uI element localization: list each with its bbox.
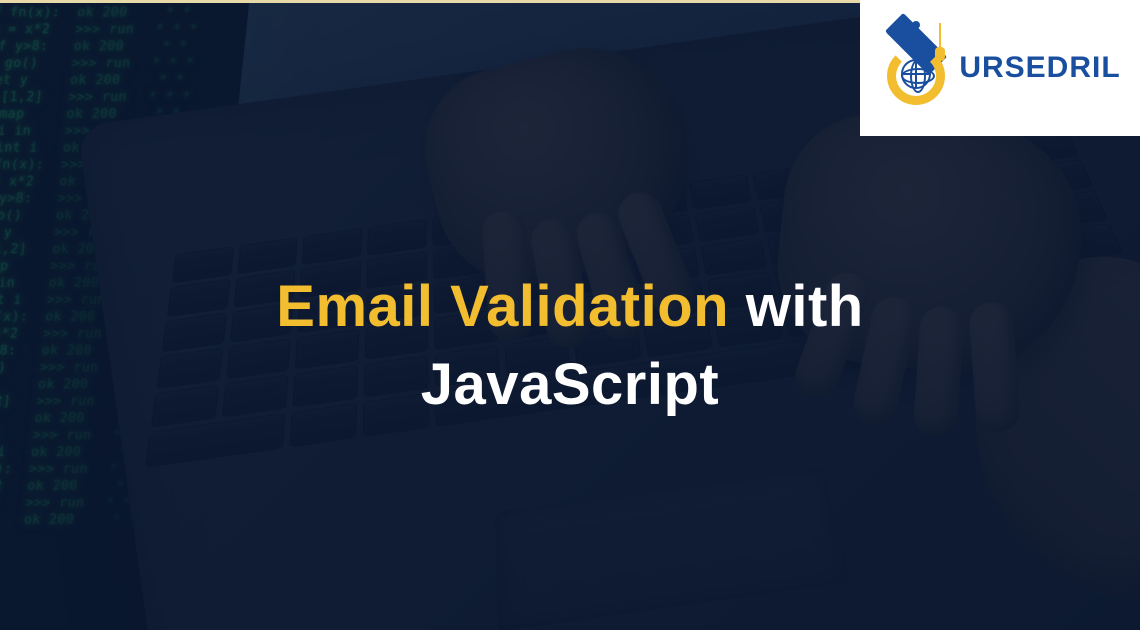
- banner-heading: Email Validation with JavaScript: [0, 268, 1140, 425]
- brand-logo: URSEDRIL: [860, 0, 1140, 136]
- globe-icon: [901, 59, 931, 89]
- brand-logo-text: URSEDRIL: [959, 51, 1120, 85]
- brand-logo-mark: [879, 31, 953, 105]
- promo-banner: 01101 10110 11010 01011 00110 11101 1010…: [0, 0, 1140, 630]
- heading-plain-1: with: [746, 274, 864, 339]
- heading-accent-1: Email Validation: [276, 274, 729, 339]
- heading-plain-2: JavaScript: [421, 352, 719, 417]
